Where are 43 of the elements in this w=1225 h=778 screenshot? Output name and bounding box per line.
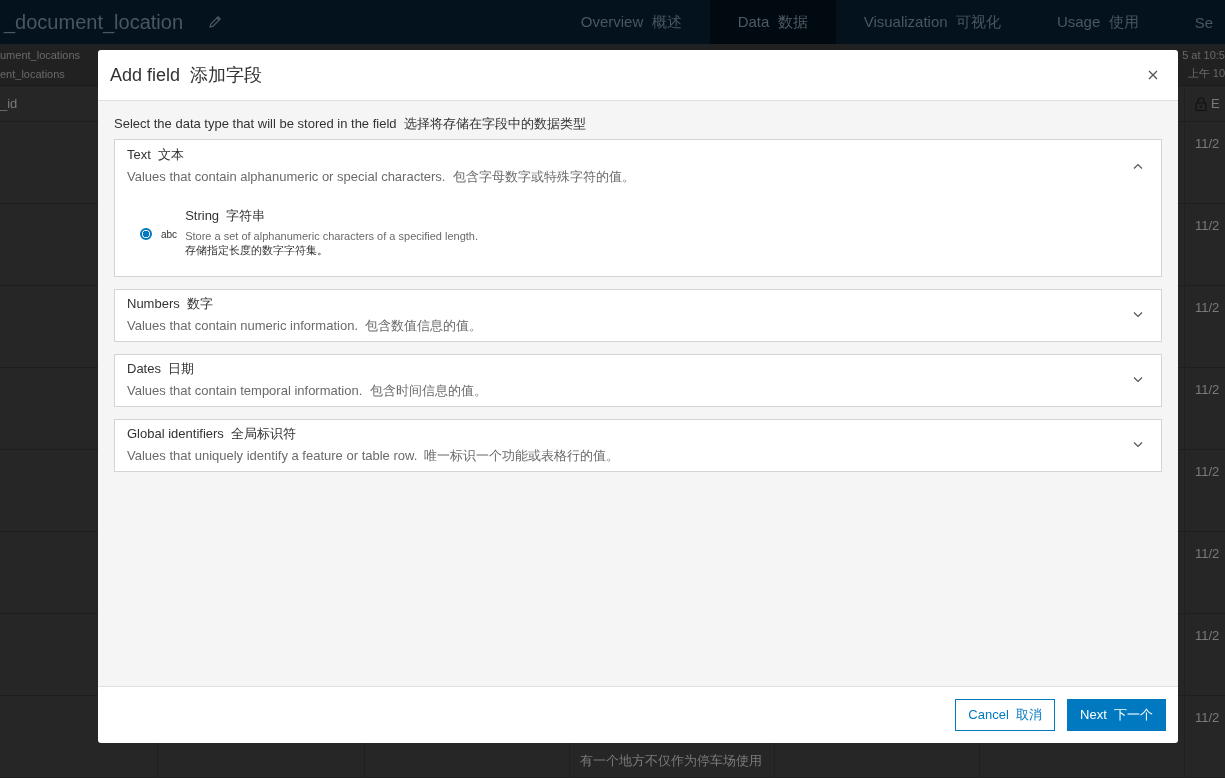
table-cell: 11/2 <box>1195 136 1220 151</box>
table-cell: 11/2 <box>1195 218 1220 233</box>
nav-tab[interactable]: Data 数据 <box>709 0 836 45</box>
prompt-text: Select the data type that will be stored in the field 选择将存储在字段中的数据类型 <box>114 115 587 133</box>
option-description: 存储指定长度的数字字符集。 <box>185 243 330 258</box>
nav-tab[interactable]: Usage 使用 <box>1028 0 1167 45</box>
category-panel[interactable]: Global identifiers 全局标识符 Values that uniquely identify a feature or table row. 唯一标识一个功能或表格行的值。 <box>114 418 1162 472</box>
column-header[interactable]: _id <box>0 96 18 111</box>
table-cell: 11/2 <box>1195 546 1220 561</box>
category-panel[interactable]: Text 文本 Values that contain alphanumeric or special characters. 包含字母数字或特殊字符的值。 abc String 字符串 Store a set of alphanumeric characters of a specified length. 存储指定长度的数字字符集。 <box>114 139 1162 277</box>
column-header[interactable]: E <box>1211 96 1220 111</box>
type-label: abc <box>161 228 178 240</box>
dialog-title: Add field 添加字段 <box>110 64 263 87</box>
category-panel[interactable]: Numbers 数字 Values that contain numeric information. 包含数值信息的值。 <box>114 288 1162 342</box>
category-title: Numbers 数字 <box>127 295 214 314</box>
option-title: String 字符串 <box>185 207 267 225</box>
category-title: Text 文本 <box>127 145 186 164</box>
info-text: ument_locations <box>0 49 81 62</box>
table-cell: 11/2 <box>1195 710 1220 725</box>
info-text: 上午 10 <box>1187 65 1225 81</box>
nav-tab[interactable]: Se <box>1166 0 1225 45</box>
close-icon[interactable] <box>1148 70 1158 80</box>
table-cell: 11/2 <box>1195 382 1220 397</box>
info-text: ent_locations <box>0 67 66 80</box>
option-description: Store a set of alphanumeric characters of a specified length. <box>185 229 478 244</box>
nav-tab[interactable]: Overview 概述 <box>552 0 710 45</box>
pencil-icon[interactable] <box>207 14 223 31</box>
table-cell: 11/2 <box>1195 464 1220 479</box>
next-button[interactable]: Next 下一个 <box>1067 699 1166 731</box>
category-description: Values that contain numeric information. 包含数值信息的值。 <box>127 317 483 336</box>
page-title: _document_location <box>4 10 183 34</box>
table-cell: 11/2 <box>1195 628 1220 643</box>
table-cell: 11/2 <box>1195 300 1220 315</box>
category-description: Values that contain temporal information. 包含时间信息的值。 <box>127 382 487 401</box>
cancel-button[interactable]: Cancel 取消 <box>955 699 1056 731</box>
category-description: Values that contain alphanumeric or special characters. 包含字母数字或特殊字符的值。 <box>127 167 635 186</box>
category-title: Global identifiers 全局标识符 <box>127 425 298 444</box>
nav-tab[interactable]: Visualization 可视化 <box>835 0 1029 45</box>
category-title: Dates 日期 <box>127 360 196 379</box>
radio-button[interactable] <box>140 228 152 241</box>
category-panel[interactable]: Dates 日期 Values that contain temporal information. 包含时间信息的值。 <box>114 353 1162 407</box>
category-description: Values that uniquely identify a feature or table row. 唯一标识一个功能或表格行的值。 <box>127 447 620 466</box>
info-text: 5 at 10:5 <box>1182 48 1225 61</box>
